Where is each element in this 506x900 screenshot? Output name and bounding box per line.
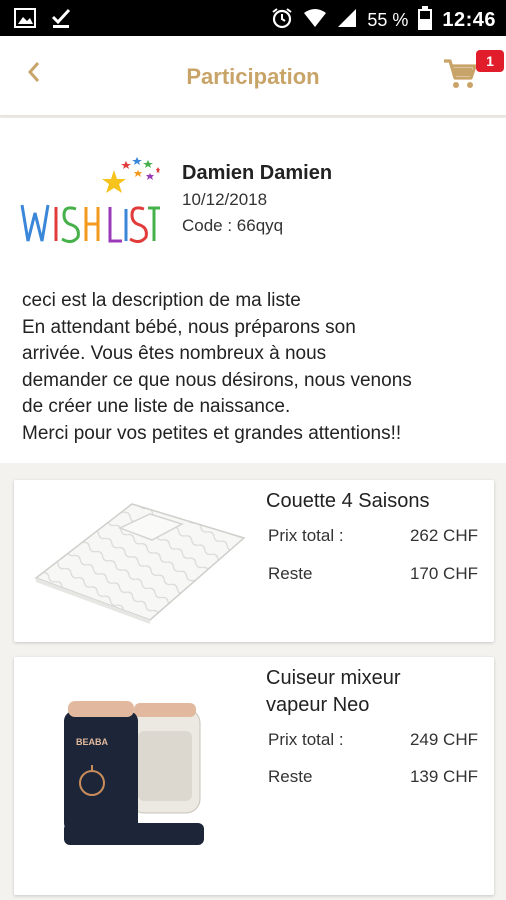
- list-description: ceci est la description de ma liste En a…: [22, 288, 492, 447]
- app-header: Participation: [0, 36, 506, 116]
- list-date: 10/12/2018: [182, 190, 268, 209]
- remaining-value: 139 CHF: [409, 767, 478, 786]
- description-line: de créer une liste de naissance.: [22, 396, 291, 417]
- cart-icon: [442, 59, 478, 96]
- cart-button[interactable]: [442, 56, 478, 92]
- owner-name: Damien Damien: [182, 162, 333, 184]
- alarm-icon: [271, 7, 293, 34]
- product-card[interactable]: Couette 4 Saisons Prix total : 262 CHF R…: [14, 480, 494, 642]
- description-line: ceci est la description de ma liste: [22, 290, 301, 311]
- check-download-icon: [50, 7, 72, 34]
- cart-count-badge: 1: [476, 50, 504, 72]
- battery-percent: 55 %: [367, 10, 409, 30]
- remaining-value: 170 CHF: [409, 564, 478, 583]
- list-code: Code : 66qyq: [182, 216, 284, 235]
- product-title: Couette 4 Saisons: [266, 490, 430, 512]
- battery-icon: [418, 6, 433, 35]
- page-title: Participation: [186, 64, 320, 89]
- total-price-label: Prix total :: [268, 730, 344, 749]
- total-price-value: 262 CHF: [409, 526, 478, 545]
- product-card[interactable]: BEABA Cuiseur mixeur vapeur Neo Prix tot…: [14, 657, 494, 895]
- total-price-value: 249 CHF: [409, 730, 478, 749]
- clock: 12:46: [442, 9, 496, 31]
- description-line: arrivée. Vous êtes nombreux à nous: [22, 343, 327, 364]
- description-line: Merci pour vos petites et grandes attent…: [22, 422, 402, 444]
- svg-text:BEABA: BEABA: [76, 737, 109, 747]
- total-price-label: Prix total :: [268, 526, 344, 545]
- baby-food-maker-image: BEABA: [54, 695, 214, 860]
- list-info-section: Damien Damien 10/12/2018 Code : 66qyq ce…: [0, 118, 506, 463]
- wifi-icon: [303, 8, 327, 33]
- duvet-image: [22, 490, 252, 635]
- description-line: demander ce que nous désirons, nous veno…: [22, 369, 412, 391]
- product-title: Cuiseur mixeur vapeur Neo: [266, 667, 401, 716]
- image-icon: [14, 8, 36, 33]
- description-line: En attendant bébé, nous préparons son: [22, 316, 356, 338]
- remaining-label: Reste: [268, 564, 313, 583]
- status-bar: 55 % 12:46: [0, 0, 506, 36]
- remaining-label: Reste: [268, 767, 313, 786]
- wish-list-logo: [18, 153, 160, 251]
- signal-icon: [337, 8, 357, 33]
